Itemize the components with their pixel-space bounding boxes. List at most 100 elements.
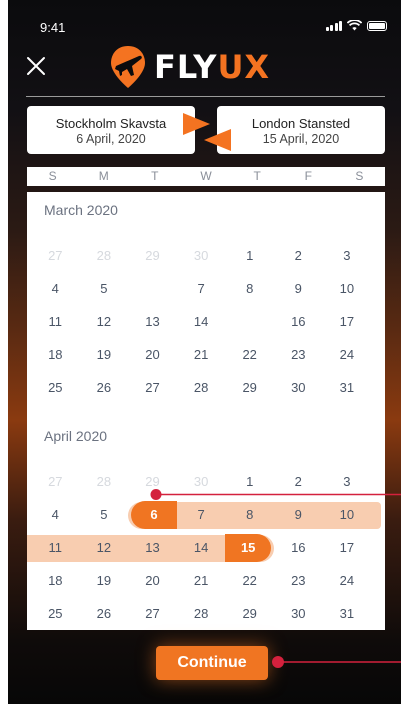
day-cell: [225, 308, 274, 336]
day-cell[interactable]: 30: [274, 600, 323, 628]
week-row: 25 26 27 28 29 30 31: [31, 374, 371, 402]
day-cell[interactable]: 24: [323, 567, 372, 595]
day-cell[interactable]: 27: [128, 600, 177, 628]
week-row: 25 26 27 28 29 30 31: [31, 600, 371, 628]
close-icon[interactable]: [26, 56, 46, 76]
day-cell[interactable]: 31: [323, 374, 372, 402]
plane-pin-icon: [111, 46, 145, 88]
day-cell[interactable]: 3: [323, 242, 372, 270]
day-cell[interactable]: 17: [323, 534, 372, 562]
day-cell[interactable]: 11: [31, 308, 80, 336]
day-cell[interactable]: 19: [80, 567, 129, 595]
day-cell[interactable]: 10: [323, 275, 372, 303]
range-day-cell[interactable]: 7: [177, 501, 226, 529]
day-cell[interactable]: 14: [177, 308, 226, 336]
weekday-label: M: [98, 169, 109, 183]
range-day-cell[interactable]: 13: [128, 534, 177, 562]
day-cell[interactable]: 25: [31, 600, 80, 628]
day-cell: [128, 275, 177, 303]
week-row: 27 28 29 30 1 2 3: [31, 468, 371, 496]
day-cell[interactable]: 23: [274, 341, 323, 369]
day-cell[interactable]: 28: [177, 374, 226, 402]
month-title: March 2020: [44, 202, 118, 218]
day-cell[interactable]: 16: [274, 534, 323, 562]
range-day-cell[interactable]: 11: [31, 534, 80, 562]
origin-city: Stockholm Skavsta: [55, 116, 167, 131]
day-cell[interactable]: 27: [128, 374, 177, 402]
calendar-panel[interactable]: March 2020 27 28 29 30 1 2 3 4 5 7 8 9 10 11 12 13 14 16 17…: [27, 192, 385, 630]
weekday-label: S: [355, 169, 364, 183]
day-cell[interactable]: 30: [274, 374, 323, 402]
week-row: 11 12 13 14 15 16 17: [27, 534, 372, 562]
signal-icon: [325, 20, 342, 31]
range-day-cell[interactable]: 12: [80, 534, 129, 562]
day-cell[interactable]: 1: [225, 468, 274, 496]
month-title: April 2020: [44, 428, 108, 444]
day-cell[interactable]: 18: [31, 567, 80, 595]
day-cell[interactable]: 4: [31, 275, 80, 303]
week-row: 4 5 7 8 9 10: [31, 275, 371, 303]
day-cell: 29: [145, 248, 160, 263]
day-cell[interactable]: 21: [177, 567, 226, 595]
brand-name: FLYUX: [154, 48, 270, 86]
range-day-cell[interactable]: 8: [225, 501, 274, 529]
day-cell[interactable]: 4: [31, 501, 80, 529]
day-cell[interactable]: 25: [31, 374, 80, 402]
header-divider: [26, 96, 385, 97]
day-cell[interactable]: 21: [177, 341, 226, 369]
day-cell[interactable]: 9: [274, 275, 323, 303]
wifi-icon: [347, 20, 362, 31]
day-cell[interactable]: 12: [80, 308, 129, 336]
week-row: 18 19 20 21 22 23 24: [31, 341, 371, 369]
day-cell[interactable]: 26: [80, 600, 129, 628]
day-cell[interactable]: 3: [323, 468, 372, 496]
flyux-logo: FLYUX: [108, 44, 270, 90]
day-cell[interactable]: 19: [80, 341, 129, 369]
weekday-label: S: [48, 169, 57, 183]
week-row: 4 5 6 7 8 9 10: [31, 501, 382, 529]
weekday-header: SMTWTFS: [27, 167, 385, 186]
day-cell[interactable]: 5: [80, 275, 129, 303]
day-cell[interactable]: 17: [323, 308, 372, 336]
day-cell[interactable]: 29: [225, 600, 274, 628]
day-cell[interactable]: 16: [274, 308, 323, 336]
return-date[interactable]: 15: [225, 534, 271, 562]
day-cell[interactable]: 2: [274, 242, 323, 270]
day-cell: 30: [193, 248, 209, 263]
day-cell[interactable]: 22: [225, 567, 274, 595]
range-day-cell[interactable]: 10: [323, 501, 372, 529]
day-cell[interactable]: 22: [225, 341, 274, 369]
day-cell[interactable]: 20: [128, 341, 177, 369]
button-annotation-marker: [272, 656, 401, 668]
day-cell[interactable]: 26: [80, 374, 129, 402]
destination-date: 15 April, 2020: [262, 132, 340, 146]
day-cell[interactable]: 24: [323, 341, 372, 369]
day-cell[interactable]: 8: [225, 275, 274, 303]
status-bar: 9:41: [8, 18, 401, 38]
weekday-label: T: [253, 169, 261, 183]
swap-route-icon[interactable]: [180, 110, 234, 154]
week-row: 11 12 13 14 16 17: [31, 308, 371, 336]
day-cell[interactable]: 28: [177, 600, 226, 628]
day-cell[interactable]: 29: [225, 374, 274, 402]
destination-city: London Stansted: [251, 116, 351, 131]
day-cell[interactable]: 23: [274, 567, 323, 595]
day-cell[interactable]: 31: [323, 600, 372, 628]
week-row: 18 19 20 21 22 23 24: [31, 567, 371, 595]
origin-card[interactable]: Stockholm Skavsta 6 April, 2020: [27, 106, 195, 154]
day-cell[interactable]: 20: [128, 567, 177, 595]
day-cell[interactable]: 18: [31, 341, 80, 369]
continue-button[interactable]: Continue: [156, 646, 268, 680]
day-cell[interactable]: 5: [80, 501, 129, 529]
departure-date[interactable]: 6: [131, 501, 177, 529]
day-cell: 28: [96, 474, 112, 489]
day-cell[interactable]: 7: [177, 275, 226, 303]
destination-card[interactable]: London Stansted 15 April, 2020: [217, 106, 385, 154]
weekday-label: W: [200, 169, 212, 183]
day-cell[interactable]: 13: [128, 308, 177, 336]
range-day-cell[interactable]: 14: [177, 534, 226, 562]
day-cell[interactable]: 1: [225, 242, 274, 270]
brand-ux: UX: [217, 48, 271, 86]
range-day-cell[interactable]: 9: [274, 501, 323, 529]
day-cell[interactable]: 2: [274, 468, 323, 496]
